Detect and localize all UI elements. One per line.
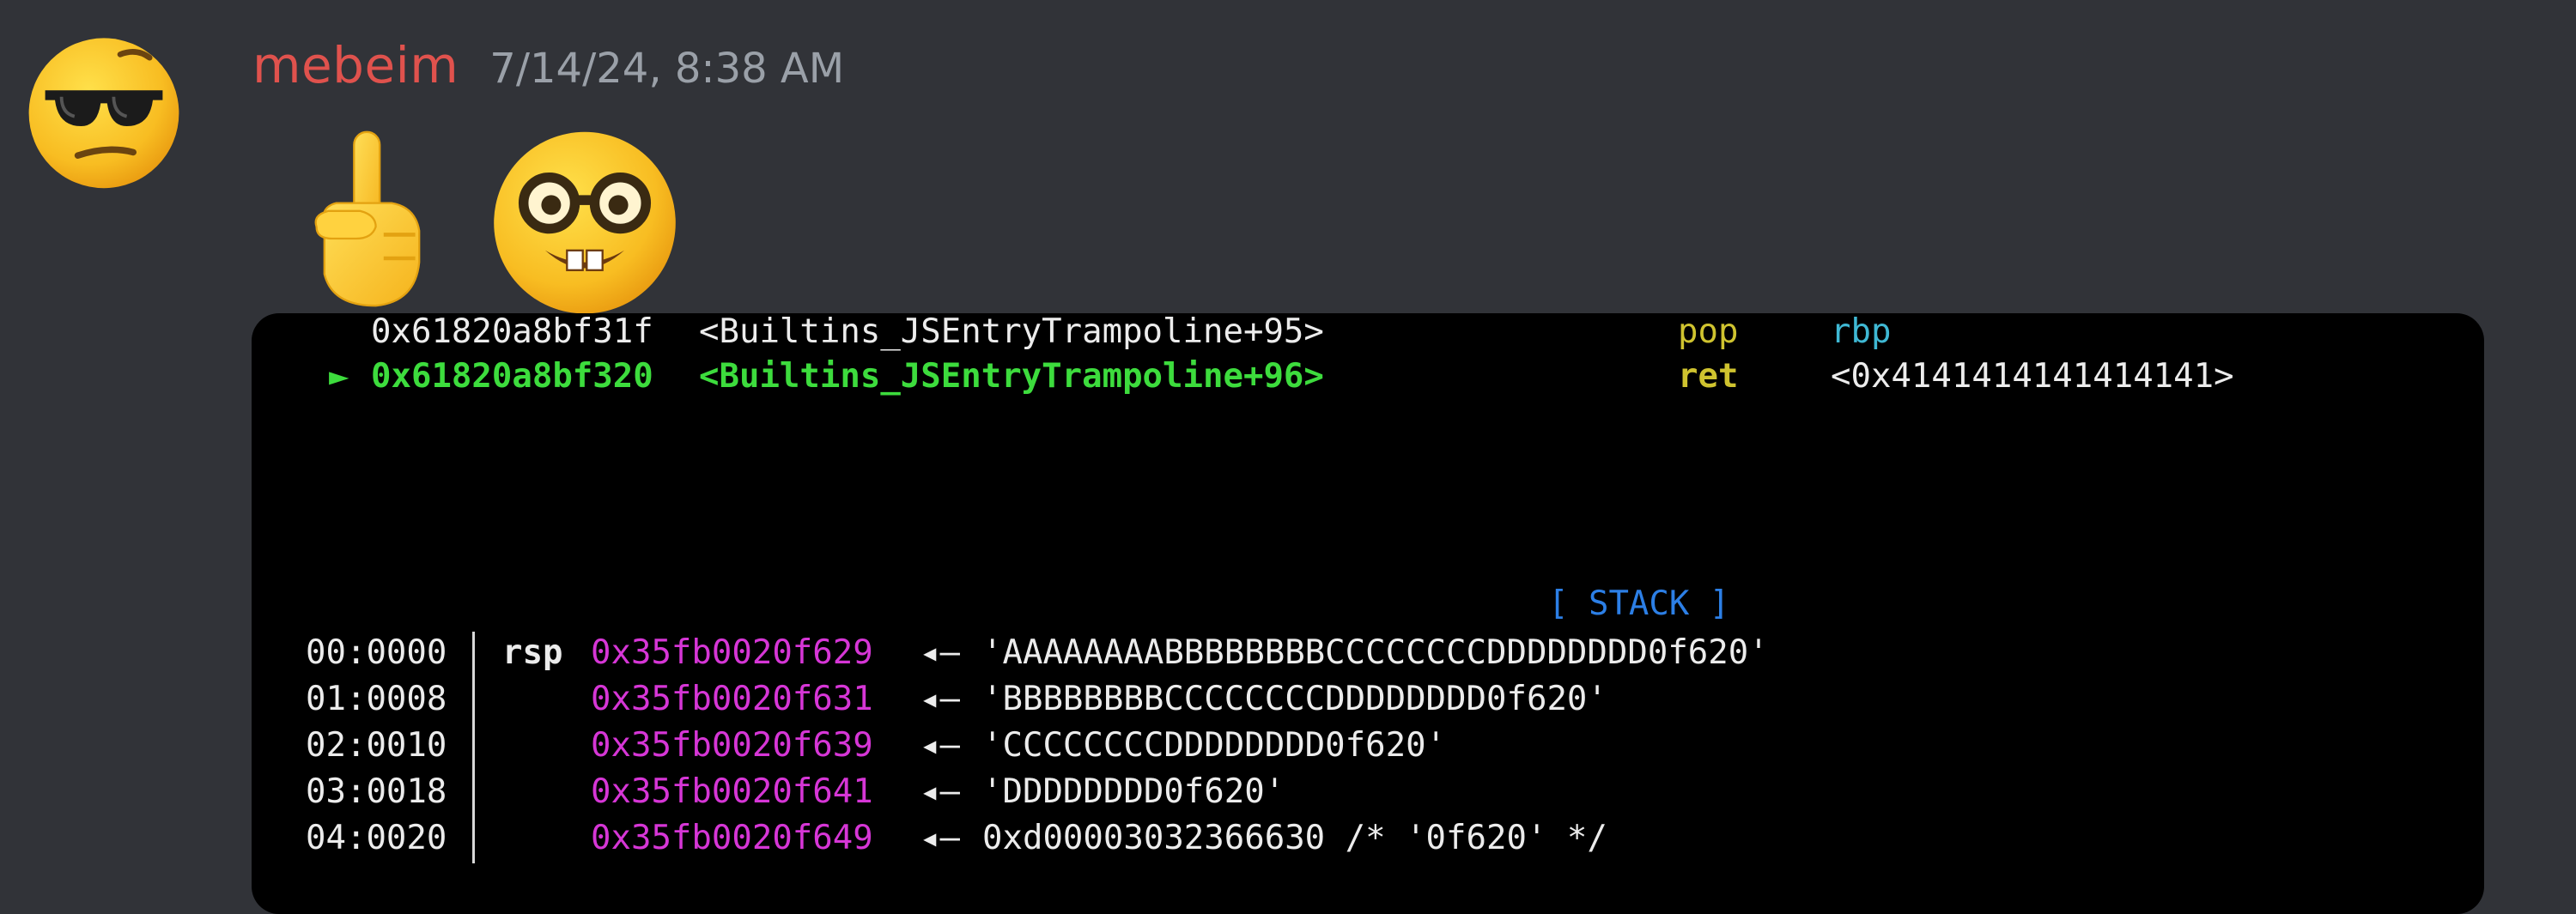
user-avatar[interactable] [22,28,185,191]
stack-offset: 00:0000 [306,633,447,672]
stack-address: 0x35fb0020f629 [591,633,873,672]
stack-arrow: ◂— [920,772,960,811]
timestamp[interactable]: 7/14/24, 8:38 AM [489,45,844,93]
stack-arrow: ◂— [920,633,960,672]
stack-address: 0x35fb0020f639 [591,726,873,765]
disasm-address: 0x61820a8bf31f [371,313,653,351]
emoji-message [273,120,683,318]
stack-section-title: [ STACK ] [1548,584,1730,623]
stack-register: rsp [502,633,563,672]
stack-address: 0x35fb0020f631 [591,680,873,718]
stack-value: 0xd00003032366630 /* '0f620' */ [982,819,1607,857]
stack-offset: 02:0010 [306,726,447,765]
stack-address: 0x35fb0020f649 [591,819,873,857]
disasm-operand: <0x4141414141414141> [1831,357,2234,396]
stack-arrow: ◂— [920,819,960,857]
sunglasses-face-icon [28,38,179,189]
index-pointing-up-icon [314,130,421,307]
stack-column-separator [472,632,475,863]
username[interactable]: mebeim [252,36,459,94]
stack-offset: 03:0018 [306,772,447,811]
stack-value: 'AAAAAAAABBBBBBBBCCCCCCCCDDDDDDDD0f620' [982,633,1769,672]
stack-value: 'CCCCCCCCDDDDDDDD0f620' [982,726,1447,765]
stack-address: 0x35fb0020f641 [591,772,873,811]
stack-value: 'BBBBBBBBCCCCCCCCDDDDDDDD0f620' [982,680,1607,718]
stack-arrow: ◂— [920,680,960,718]
disasm-operand: rbp [1831,313,1892,351]
disasm-opcode: pop [1678,313,1739,351]
current-instruction-marker: ► [329,357,349,396]
stack-arrow: ◂— [920,726,960,765]
disasm-opcode: ret [1678,357,1739,396]
disasm-address: 0x61820a8bf320 [371,357,653,396]
message-header: mebeim 7/14/24, 8:38 AM [252,36,844,94]
stack-offset: 01:0008 [306,680,447,718]
nerd-face-icon [494,131,676,314]
disasm-symbol: <Builtins_JSEntryTrampoline+95> [699,313,1324,351]
stack-offset: 04:0020 [306,819,447,857]
terminal-screenshot[interactable]: 0x61820a8bf31f <Builtins_JSEntryTrampoli… [252,313,2484,914]
disasm-symbol: <Builtins_JSEntryTrampoline+96> [699,357,1324,396]
stack-value: 'DDDDDDDD0f620' [982,772,1285,811]
